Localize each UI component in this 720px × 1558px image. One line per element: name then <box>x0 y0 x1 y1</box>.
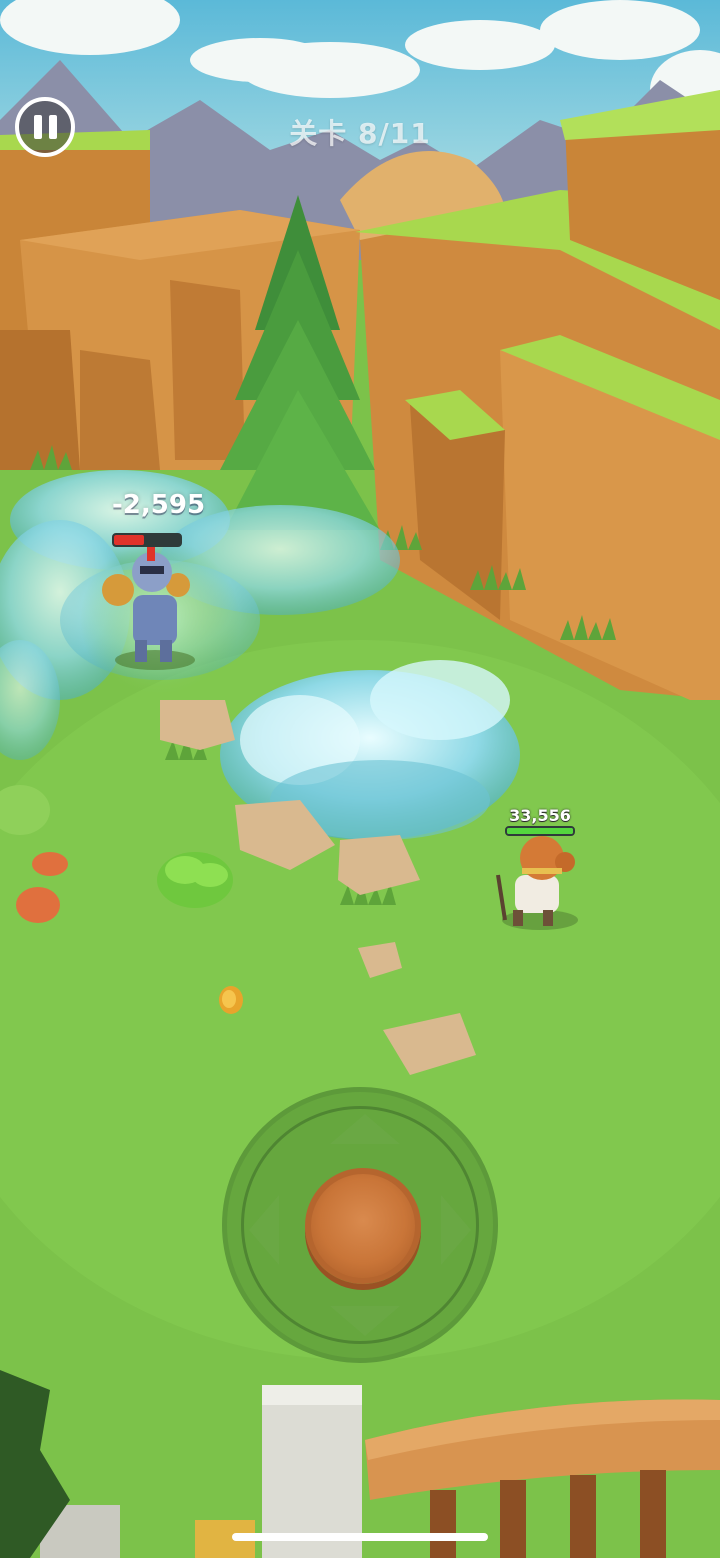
enemy-health-fill <box>114 535 144 545</box>
arrow-up-icon <box>330 1114 400 1144</box>
arrow-down-icon <box>330 1306 400 1336</box>
player-health-fill <box>507 828 573 834</box>
player-health-text: 33,556 <box>509 806 571 825</box>
home-indicator[interactable] <box>232 1533 488 1541</box>
enemy-health-bar <box>112 533 182 547</box>
level-indicator: 关卡 8/11 <box>289 117 431 150</box>
bush <box>157 852 233 908</box>
arrow-right-icon <box>441 1195 471 1265</box>
player-health-bar <box>505 826 575 836</box>
arrow-left-icon <box>249 1195 279 1265</box>
coin <box>219 986 243 1014</box>
virtual-joystick[interactable] <box>222 1087 498 1363</box>
joystick-knob[interactable] <box>305 1168 421 1284</box>
damage-number: -2,595 <box>112 490 206 520</box>
